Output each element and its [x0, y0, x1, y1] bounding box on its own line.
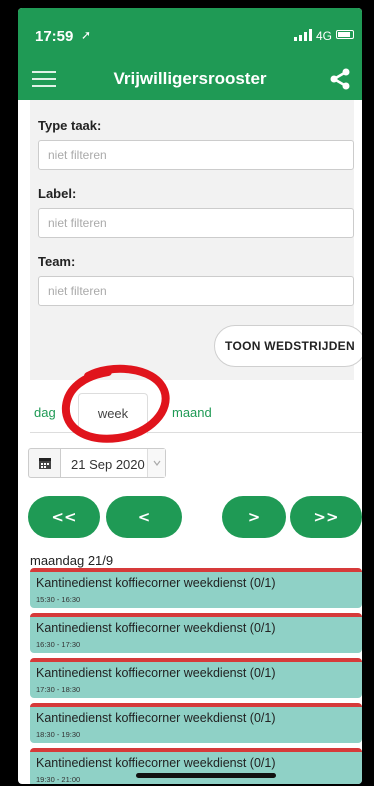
filter-input-team[interactable] [38, 276, 354, 306]
phone-screen: 17:59 ➚ 4G Vrijwilligersrooster Type taa… [18, 8, 362, 784]
entry-title: Kantinedienst koffiecorner weekdienst (0… [36, 756, 276, 770]
battery-icon [336, 30, 354, 39]
entry-title: Kantinedienst koffiecorner weekdienst (0… [36, 711, 276, 725]
schedule-entry[interactable]: Kantinedienst koffiecorner weekdienst (0… [30, 658, 362, 698]
last-week-button[interactable]: >> [290, 496, 362, 538]
filter-label-team: Team: [38, 254, 76, 269]
filter-input-label[interactable] [38, 208, 354, 238]
status-time: 17:59 [35, 28, 74, 45]
location-arrow-icon: ➚ [81, 28, 92, 42]
schedule-entry[interactable]: Kantinedienst koffiecorner weekdienst (0… [30, 568, 362, 608]
first-week-button[interactable]: << [28, 496, 100, 538]
schedule-entry[interactable]: Kantinedienst koffiecorner weekdienst (0… [30, 703, 362, 743]
share-icon[interactable] [329, 68, 351, 90]
prev-week-button[interactable]: < [106, 496, 182, 538]
entry-title: Kantinedienst koffiecorner weekdienst (0… [36, 576, 276, 590]
entry-title: Kantinedienst koffiecorner weekdienst (0… [36, 621, 276, 635]
app-title: Vrijwilligersrooster [113, 69, 267, 88]
filter-panel: Type taak: Label: Team: TOON WEDSTRIJDEN [30, 100, 362, 380]
chevron-down-icon [147, 449, 165, 477]
entry-time: 17:30 - 18:30 [36, 685, 81, 694]
entry-time: 15:30 - 16:30 [36, 595, 81, 604]
filter-label-type-taak: Type taak: [38, 118, 102, 133]
entry-time: 19:30 - 21:00 [36, 775, 81, 784]
toon-wedstrijden-button[interactable]: TOON WEDSTRIJDEN [214, 325, 362, 367]
status-bar: 17:59 ➚ 4G [18, 8, 362, 58]
filter-input-type-taak[interactable] [38, 140, 354, 170]
entry-time: 16:30 - 17:30 [36, 640, 81, 649]
day-header: maandag 21/9 [30, 553, 114, 568]
next-week-button[interactable]: > [222, 496, 286, 538]
tab-dag[interactable]: dag [34, 405, 56, 420]
entry-title: Kantinedienst koffiecorner weekdienst (0… [36, 666, 276, 680]
network-label: 4G [316, 29, 333, 43]
signal-icon [294, 29, 312, 41]
date-value: 21 Sep 2020 [71, 457, 145, 472]
calendar-icon[interactable] [28, 448, 60, 478]
view-tabs: dag week maand [30, 393, 362, 434]
date-select[interactable]: 21 Sep 2020 [60, 448, 166, 478]
home-indicator [136, 773, 276, 778]
schedule-entry[interactable]: Kantinedienst koffiecorner weekdienst (0… [30, 613, 362, 653]
tab-maand[interactable]: maand [172, 405, 212, 420]
entry-time: 18:30 - 19:30 [36, 730, 81, 739]
filter-label-label: Label: [38, 186, 77, 201]
tab-week[interactable]: week [78, 393, 148, 434]
app-bar: Vrijwilligersrooster [18, 58, 362, 100]
schedule-entry[interactable]: Kantinedienst koffiecorner weekdienst (0… [30, 748, 362, 784]
